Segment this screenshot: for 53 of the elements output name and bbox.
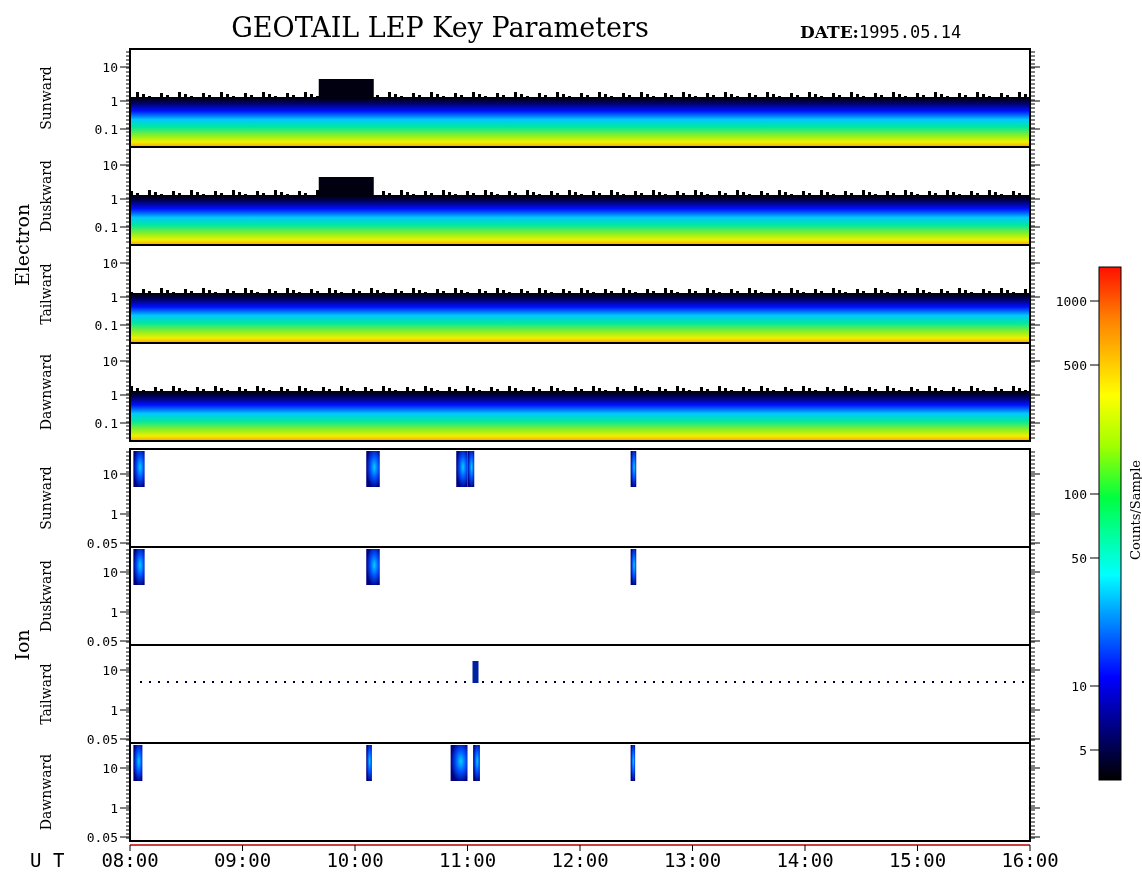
tick-label: 0.05 bbox=[86, 732, 118, 747]
tick-label: 10 bbox=[102, 761, 118, 776]
tick-label: 13:00 bbox=[663, 849, 722, 871]
panel-label: Tailward bbox=[38, 263, 54, 325]
panel-label: Tailward bbox=[38, 663, 54, 725]
tick-label: 0.1 bbox=[94, 122, 118, 137]
panel-label: Dawnward bbox=[38, 753, 54, 831]
tick-label: 1 bbox=[110, 94, 118, 109]
tick-label: 0.05 bbox=[86, 830, 118, 845]
tick-label: 10 bbox=[102, 467, 118, 482]
tick-label: 15:00 bbox=[888, 849, 947, 871]
panel-label: Sunward bbox=[38, 66, 54, 130]
tick-label: 10 bbox=[102, 256, 118, 271]
tick-label: 0.1 bbox=[94, 318, 118, 333]
tick-label: 10 bbox=[1071, 679, 1087, 694]
tick-label: 14:00 bbox=[776, 849, 834, 871]
group-label: Electron bbox=[11, 203, 33, 287]
tick-label: 09:00 bbox=[213, 849, 272, 871]
tick-label: 11:00 bbox=[438, 849, 497, 871]
tick-label: 100 bbox=[1063, 487, 1087, 502]
tick-label: 1 bbox=[110, 507, 118, 522]
tick-label: 10:00 bbox=[326, 849, 384, 871]
panel-label: Duskward bbox=[38, 160, 54, 232]
tick-label: 10 bbox=[102, 663, 118, 678]
tick-label: 1 bbox=[110, 801, 118, 816]
tick-label: 10 bbox=[102, 565, 118, 580]
date-label: DATE:1995.05.14 bbox=[800, 22, 962, 42]
tick-label: 1 bbox=[110, 703, 118, 718]
tick-label: 16:00 bbox=[1001, 849, 1059, 871]
tick-label: 5 bbox=[1079, 743, 1087, 758]
tick-label: 1 bbox=[110, 290, 118, 305]
tick-label: 10 bbox=[102, 354, 118, 369]
chart-title: GEOTAIL LEP Key Parameters bbox=[231, 12, 649, 43]
tick-label: 10 bbox=[102, 158, 118, 173]
tick-label: 1000 bbox=[1055, 294, 1087, 309]
tick-label: 1 bbox=[110, 605, 118, 620]
tick-label: 50 bbox=[1071, 551, 1087, 566]
axis-label: U T bbox=[30, 849, 65, 871]
panel-label: Sunward bbox=[38, 466, 54, 530]
group-label: Ion bbox=[11, 629, 33, 661]
tick-label: 1 bbox=[110, 388, 118, 403]
tick-label: 0.05 bbox=[86, 634, 118, 649]
tick-label: 500 bbox=[1063, 358, 1087, 373]
panel-label: Duskward bbox=[38, 560, 54, 632]
colorbar-label: Counts/Sample bbox=[1128, 460, 1142, 560]
panel-label: Dawnward bbox=[38, 353, 54, 431]
tick-label: 0.05 bbox=[86, 536, 118, 551]
tick-label: 1 bbox=[110, 192, 118, 207]
tick-label: 0.1 bbox=[94, 220, 118, 235]
tick-label: 08:00 bbox=[101, 849, 159, 871]
tick-label: 0.1 bbox=[94, 416, 118, 431]
tick-label: 10 bbox=[102, 60, 118, 75]
tick-label: 12:00 bbox=[551, 849, 609, 871]
